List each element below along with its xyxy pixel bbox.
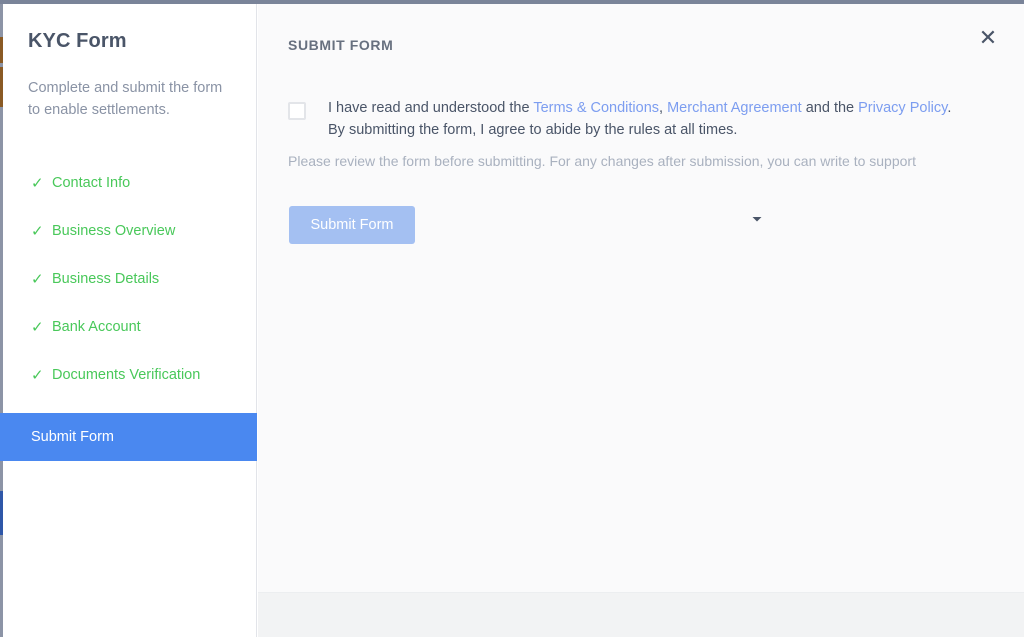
close-icon[interactable]: ✕ bbox=[968, 18, 1008, 58]
check-icon: ✓ bbox=[31, 270, 44, 288]
kyc-sidebar: KYC Form Complete and submit the form to… bbox=[0, 4, 257, 637]
panel-heading: SUBMIT FORM bbox=[288, 37, 394, 53]
consent-text-part1: I have read and understood the bbox=[328, 100, 534, 116]
sidebar-item-documents-verification[interactable]: ✓ Documents Verification bbox=[3, 351, 257, 399]
sidebar-item-label: Documents Verification bbox=[52, 367, 201, 383]
merchant-agreement-link[interactable]: Merchant Agreement bbox=[667, 100, 802, 116]
sidebar-item-business-overview[interactable]: ✓ Business Overview bbox=[3, 207, 257, 255]
check-icon: ✓ bbox=[31, 174, 44, 192]
page-title: KYC Form bbox=[28, 30, 127, 52]
sidebar-item-label: Contact Info bbox=[52, 175, 131, 191]
sidebar-item-business-details[interactable]: ✓ Business Details bbox=[3, 255, 257, 303]
check-icon: ✓ bbox=[31, 318, 44, 336]
kyc-step-list: ✓ Contact Info ✓ Business Overview ✓ Bus… bbox=[3, 159, 257, 399]
check-icon: ✓ bbox=[31, 222, 44, 240]
sidebar-item-bank-account[interactable]: ✓ Bank Account bbox=[3, 303, 257, 351]
check-icon: ✓ bbox=[31, 366, 44, 384]
form-helper-text: Please review the form before submitting… bbox=[288, 153, 916, 169]
consent-text: I have read and understood the Terms & C… bbox=[328, 97, 968, 141]
sidebar-item-contact-info[interactable]: ✓ Contact Info bbox=[3, 159, 257, 207]
terms-and-conditions-link[interactable]: Terms & Conditions bbox=[533, 100, 659, 116]
sidebar-description: Complete and submit the form to enable s… bbox=[28, 80, 223, 118]
terms-consent-checkbox[interactable] bbox=[288, 102, 306, 120]
consent-separator-2: and the bbox=[801, 100, 859, 116]
sidebar-item-label: Business Overview bbox=[52, 223, 176, 239]
submit-form-panel: SUBMIT FORM ✕ I have read and understood… bbox=[258, 4, 1024, 637]
sidebar-item-submit-form[interactable]: Submit Form bbox=[0, 413, 257, 461]
sidebar-item-label: Business Details bbox=[52, 271, 160, 287]
app-screen: KYC Form Complete and submit the form to… bbox=[0, 0, 1024, 637]
consent-separator-1: , bbox=[659, 100, 668, 116]
panel-footer bbox=[258, 592, 1024, 637]
privacy-policy-link[interactable]: Privacy Policy bbox=[858, 100, 947, 116]
submit-form-button[interactable]: Submit Form bbox=[289, 206, 415, 244]
sidebar-item-label: Bank Account bbox=[52, 319, 141, 335]
chevron-down-icon[interactable] bbox=[750, 212, 764, 226]
consent-row: I have read and understood the Terms & C… bbox=[288, 97, 978, 141]
sidebar-item-label: Submit Form bbox=[31, 429, 114, 445]
